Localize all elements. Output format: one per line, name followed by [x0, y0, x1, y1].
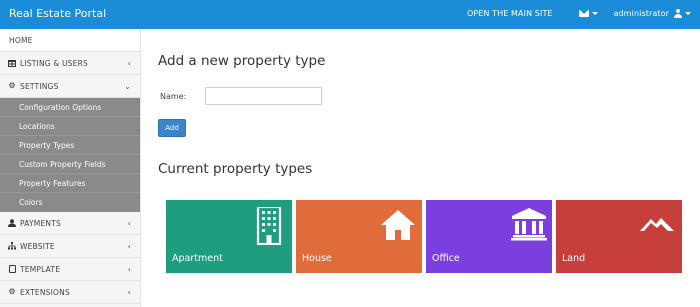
sidebar-subitem-configuration-options[interactable]: Configuration Options [0, 98, 140, 117]
sidebar-subitem-property-types[interactable]: Property Types [0, 136, 140, 155]
property-type-tiles: Apartment House Office Land [166, 200, 686, 273]
sidebar-item-website[interactable]: WEBSITE ‹ [0, 235, 140, 258]
sidebar-item-label: TEMPLATE [20, 264, 61, 274]
sidebar-item-label: SETTINGS [20, 81, 59, 91]
sidebar-subitem-locations[interactable]: Locations [0, 117, 140, 136]
property-type-tile-office[interactable]: Office [426, 200, 552, 273]
gear-icon: ⚙ [8, 287, 16, 296]
sitemap-icon [8, 242, 16, 250]
sidebar-item-home[interactable]: HOME [0, 29, 140, 52]
tile-label: Office [432, 253, 460, 264]
top-navbar: Real Estate Portal OPEN THE MAIN SITE ad… [0, 0, 700, 29]
user-dropdown[interactable]: administrator [614, 9, 691, 18]
sidebar: HOME LISTING & USERS ‹ ⚙ SETTINGS ⌄ Conf… [0, 29, 141, 307]
property-type-tile-land[interactable]: Land [556, 200, 682, 273]
cogs-icon: ⚙ [8, 81, 16, 90]
sidebar-item-listing-users[interactable]: LISTING & USERS ‹ [0, 52, 140, 75]
property-type-tile-apartment[interactable]: Apartment [166, 200, 292, 273]
tablet-icon [8, 265, 16, 273]
current-property-types-heading: Current property types [158, 161, 313, 177]
name-label: Name: [160, 92, 187, 101]
main-content: Add a new property type Name: Add Curren… [141, 29, 700, 307]
chevron-left-icon: ‹ [127, 59, 131, 68]
messages-dropdown[interactable] [578, 10, 598, 17]
sidebar-subitem-custom-property-fields[interactable]: Custom Property Fields [0, 155, 140, 174]
user-name: administrator [613, 9, 669, 18]
sidebar-item-label: WEBSITE [20, 241, 55, 251]
chevron-down-icon: ⌄ [124, 82, 131, 91]
house-icon [381, 210, 415, 240]
property-type-tile-house[interactable]: House [296, 200, 422, 273]
user-icon [674, 9, 682, 18]
name-input[interactable] [205, 87, 322, 105]
table-icon [8, 59, 16, 67]
sidebar-item-settings[interactable]: ⚙ SETTINGS ⌄ [0, 75, 140, 98]
sidebar-item-extensions[interactable]: ⚙ EXTENSIONS ‹ [0, 281, 140, 304]
caret-down-icon [685, 12, 691, 15]
app-brand[interactable]: Real Estate Portal [9, 7, 106, 20]
chevron-left-icon: ‹ [127, 219, 131, 228]
chevron-left-icon: ‹ [127, 265, 131, 274]
sidebar-item-payments[interactable]: PAYMENTS ‹ [0, 212, 140, 235]
user-icon [8, 219, 16, 227]
sidebar-subitem-colors[interactable]: Colors [0, 193, 140, 212]
tile-label: Land [562, 253, 586, 264]
sidebar-item-label: HOME [9, 35, 33, 45]
add-property-type-heading: Add a new property type [158, 53, 326, 69]
mountain-icon [640, 218, 674, 231]
institution-icon [511, 208, 547, 241]
sidebar-subitem-property-features[interactable]: Property Features [0, 174, 140, 193]
sidebar-item-template[interactable]: TEMPLATE ‹ [0, 258, 140, 281]
caret-down-icon [591, 12, 598, 15]
top-right-menu: OPEN THE MAIN SITE administrator [467, 9, 691, 18]
add-button[interactable]: Add [158, 119, 186, 137]
open-main-site-link[interactable]: OPEN THE MAIN SITE [467, 9, 553, 18]
tile-label: Apartment [172, 253, 223, 264]
envelope-icon [578, 10, 589, 17]
sidebar-item-label: LISTING & USERS [20, 58, 88, 68]
chevron-left-icon: ‹ [127, 242, 131, 251]
sidebar-item-label: PAYMENTS [20, 218, 61, 228]
sidebar-item-label: EXTENSIONS [20, 287, 70, 297]
building-icon [256, 207, 282, 245]
chevron-left-icon: ‹ [127, 288, 131, 297]
tile-label: House [302, 253, 332, 264]
